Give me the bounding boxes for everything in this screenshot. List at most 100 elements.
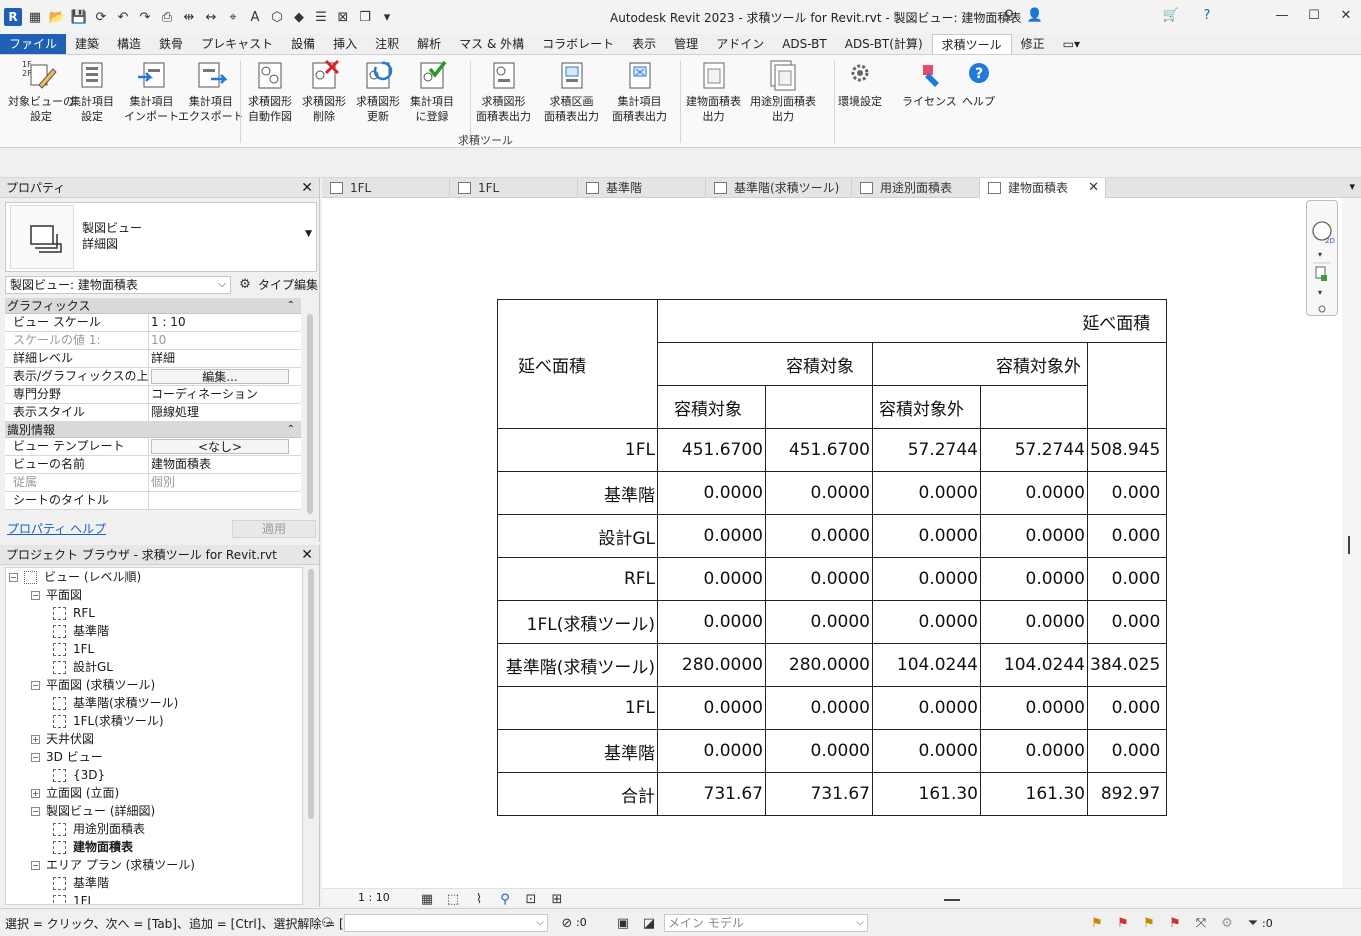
dimension-icon[interactable]: ↔ <box>202 8 220 26</box>
redo-icon[interactable]: ↷ <box>136 8 154 26</box>
minimize-icon[interactable]: — <box>1273 6 1291 24</box>
view-instance-selector[interactable]: 製図ビュー: 建物面積表 ⌵ <box>5 276 231 294</box>
ribbon-button[interactable]: 用途別面積表 出力 <box>750 59 816 124</box>
property-value[interactable]: コーディネーション <box>149 386 301 403</box>
print-icon[interactable]: ⎙ <box>158 8 176 26</box>
expand-toggle-icon[interactable]: − <box>31 680 40 690</box>
maximize-icon[interactable]: ☐ <box>1305 6 1323 24</box>
browser-scrollbar[interactable] <box>308 569 314 819</box>
property-group-header[interactable]: グラフィックス ⌃ <box>5 298 301 314</box>
type-selector[interactable]: 製図ビュー 詳細図 ▼ <box>5 202 317 272</box>
ribbon-tab[interactable]: 設備 <box>282 34 324 54</box>
document-tab[interactable]: 基準階(求積ツール) <box>706 178 852 198</box>
thin-lines-icon[interactable]: ☰ <box>312 8 330 26</box>
ribbon-tab[interactable]: 挿入 <box>324 34 366 54</box>
close-properties-icon[interactable]: ✕ <box>301 178 313 198</box>
browser-node[interactable]: − 平面図 (求積ツール) <box>31 676 155 694</box>
measure-icon[interactable]: ⇹ <box>180 8 198 26</box>
save-icon[interactable]: 💾 <box>70 8 88 26</box>
exclude-options-icon[interactable]: ◪ <box>640 914 658 932</box>
view-scale[interactable]: 1 : 10 <box>358 891 390 904</box>
cart-icon[interactable]: 🛒 <box>1162 6 1180 24</box>
ribbon-tab[interactable]: 表示 <box>623 34 665 54</box>
design-options-icon[interactable]: ▣ <box>614 914 632 932</box>
expand-toggle-icon[interactable]: − <box>31 752 40 762</box>
ribbon-button[interactable]: 建物面積表 出力 <box>686 59 741 124</box>
select-by-face-icon[interactable]: ⚑ <box>1166 914 1184 932</box>
ribbon-button[interactable]: ライセンス <box>902 59 957 109</box>
browser-node[interactable]: − エリア プラン (求積ツール) <box>31 856 195 874</box>
ribbon-tab[interactable]: ADS-BT <box>773 34 836 54</box>
property-value[interactable]: <なし> <box>151 439 289 454</box>
ribbon-tab[interactable]: 建築 <box>66 34 108 54</box>
property-group-header[interactable]: 識別情報 ⌃ <box>5 422 301 438</box>
ribbon-button[interactable]: 求積図形 更新 <box>356 59 400 124</box>
document-tab[interactable]: 用途別面積表 <box>852 178 980 198</box>
properties-help-link[interactable]: プロパティ ヘルプ <box>7 520 106 537</box>
detail-level-icon[interactable]: ▦ <box>418 890 436 908</box>
close-hidden-icon[interactable]: ⊠ <box>334 8 352 26</box>
browser-node[interactable]: −3D ビュー <box>31 748 103 766</box>
tag-icon[interactable]: ⌖ <box>224 8 242 26</box>
browser-node[interactable]: {3D} <box>53 766 105 784</box>
background-process-icon[interactable]: ⚙ <box>1218 914 1236 932</box>
edit-type-button[interactable]: ⚙ タイプ編集 <box>236 275 318 293</box>
close-browser-icon[interactable]: ✕ <box>301 545 313 565</box>
browser-node[interactable]: − 製図ビュー (詳細図) <box>31 802 155 820</box>
analysis-display-icon[interactable]: ⊞ <box>548 890 566 908</box>
browser-node[interactable]: 基準階(求積ツール) <box>53 694 178 712</box>
ribbon-tab[interactable]: ファイル <box>0 34 67 54</box>
reveal-hidden-icon[interactable]: ⊡ <box>522 890 540 908</box>
help-icon[interactable]: ? <box>1198 6 1216 24</box>
expand-toggle-icon[interactable]: − <box>31 590 40 600</box>
tab-overflow-icon[interactable]: ▾ <box>1349 180 1355 193</box>
ribbon-tab[interactable]: プレキャスト <box>192 34 282 54</box>
document-tab[interactable]: 建物面積表 ✕ <box>980 178 1106 198</box>
ribbon-button[interactable]: 集計項目 エクスポート <box>178 59 244 124</box>
ribbon-button[interactable]: 対象ビューの 設定 <box>8 59 74 124</box>
property-value[interactable]: 隠線処理 <box>149 404 301 421</box>
expand-toggle-icon[interactable]: − <box>31 806 40 816</box>
ribbon-tab[interactable]: 解析 <box>408 34 450 54</box>
ribbon-button[interactable]: 求積図形 削除 <box>302 59 346 124</box>
switch-windows-icon[interactable]: ❐ <box>356 8 374 26</box>
ribbon-button[interactable]: 求積区画 面積表出力 <box>544 59 599 124</box>
property-value[interactable]: 建物面積表 <box>149 456 301 473</box>
ribbon-button[interactable]: 求積図形 自動作図 <box>248 59 292 124</box>
browser-node[interactable]: 基準階 <box>53 874 109 892</box>
ribbon-tab[interactable]: コラボレート <box>533 34 623 54</box>
close-tab-icon[interactable]: ✕ <box>1088 178 1099 198</box>
home-icon[interactable]: ▦ <box>26 8 44 26</box>
browser-node[interactable]: 1FL <box>53 640 94 658</box>
chevron-down-icon[interactable]: ⌵ <box>218 277 226 293</box>
select-underlay-icon[interactable]: ⚑ <box>1114 914 1132 932</box>
revit-logo-icon[interactable]: R <box>4 8 22 26</box>
browser-node[interactable]: 建物面積表 <box>53 838 133 856</box>
property-value[interactable]: 編集... <box>151 369 289 384</box>
browser-node[interactable]: 1FL <box>53 892 94 904</box>
section-icon[interactable]: ◆ <box>290 8 308 26</box>
horizontal-scroll-thumb[interactable] <box>944 899 960 901</box>
ribbon-tab[interactable]: 管理 <box>665 34 707 54</box>
drag-elements-icon[interactable]: ⤧ <box>1192 914 1210 932</box>
sync-icon[interactable]: ⟳ <box>92 8 110 26</box>
design-option-combo[interactable]: メイン モデル ⌵ <box>664 914 868 932</box>
document-tab[interactable]: 1FL <box>450 178 578 198</box>
document-tab[interactable]: 1FL <box>322 178 450 198</box>
ribbon-button[interactable]: 集計項目 設定 <box>70 59 114 124</box>
ribbon-button[interactable]: 環境設定 <box>838 59 882 109</box>
browser-node[interactable]: RFL <box>53 604 95 622</box>
customize-qat-icon[interactable]: ▾ <box>378 8 396 26</box>
expand-toggle-icon[interactable]: − <box>31 860 40 870</box>
canvas-vertical-scrollbar[interactable] <box>1342 198 1361 888</box>
undo-icon[interactable]: ↶ <box>114 8 132 26</box>
editable-only-icon[interactable]: ⊘ <box>558 914 576 932</box>
browser-node[interactable]: + 立面図 (立面) <box>31 784 119 802</box>
expand-toggle-icon[interactable]: + <box>31 788 40 798</box>
expand-toggle-icon[interactable]: − <box>9 572 18 582</box>
ribbon-tab[interactable]: 構造 <box>108 34 150 54</box>
expand-toggle-icon[interactable]: + <box>31 734 40 744</box>
filter-icon[interactable]: ⏷ <box>1244 914 1262 932</box>
visual-style-icon[interactable]: ⬚ <box>444 890 462 908</box>
property-value[interactable]: 個別 <box>149 474 301 491</box>
